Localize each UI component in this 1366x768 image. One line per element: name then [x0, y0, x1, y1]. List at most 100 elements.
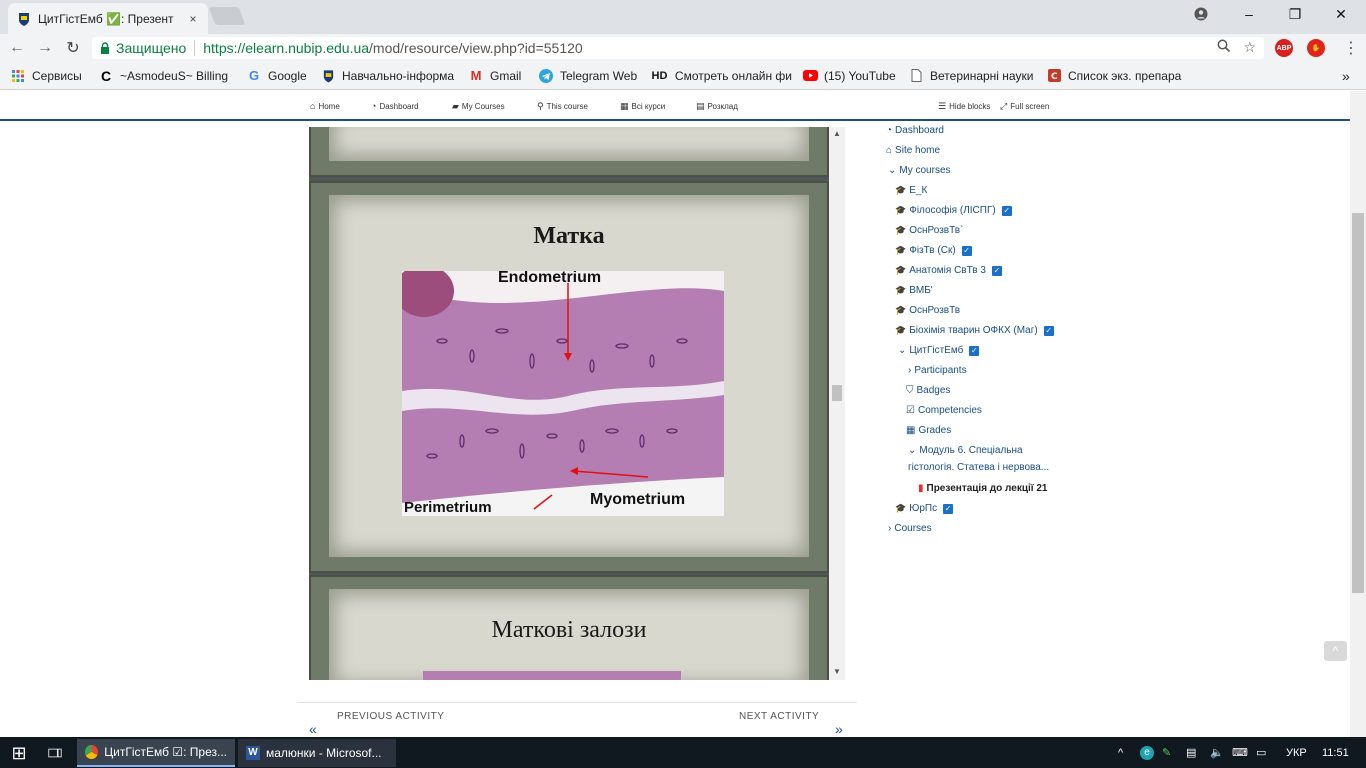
- start-button[interactable]: ⊞: [0, 739, 38, 767]
- chrome-icon: [85, 745, 99, 759]
- nav-full-screen[interactable]: ⤢ Full screen: [1000, 101, 1049, 112]
- pen-icon[interactable]: ✎: [1162, 737, 1171, 768]
- tray-expand-icon[interactable]: ^: [1118, 737, 1123, 768]
- prev-activity-link[interactable]: PREVIOUS ACTIVITY: [337, 711, 444, 722]
- tree-course[interactable]: 🎓 Е_К: [895, 185, 927, 196]
- bookmark-google[interactable]: G Google: [246, 68, 310, 84]
- tree-label: ФізТв (Ск): [909, 245, 956, 256]
- nubip-favicon-icon: [16, 11, 32, 27]
- next-activity-link[interactable]: NEXT ACTIVITY: [739, 711, 819, 722]
- volume-icon[interactable]: 🔈: [1210, 737, 1224, 768]
- nav-dashboard[interactable]: ◔ Dashboard: [371, 101, 419, 111]
- pdf-viewer[interactable]: Матка Endometrium Perimetrium Myometrium…: [309, 127, 845, 680]
- nav-home[interactable]: ⌂ Home: [310, 101, 340, 111]
- scroll-up-icon[interactable]: ▲: [833, 129, 841, 138]
- tree-module[interactable]: ⌄ Модуль 6. Спеціальна: [908, 445, 1023, 456]
- tree-label: Site home: [895, 145, 941, 156]
- scroll-down-icon[interactable]: ▼: [833, 667, 841, 676]
- bookmark-label: Список экз. препара: [1068, 68, 1182, 83]
- bookmark-youtube[interactable]: (15) YouTube: [802, 68, 898, 84]
- tree-course[interactable]: 🎓 ЮрПс ✓: [895, 503, 954, 514]
- tree-course[interactable]: 🎓 ФізТв (Ск) ✓: [895, 245, 972, 256]
- bookmark-vet[interactable]: Ветеринарні науки: [908, 68, 1036, 84]
- tree-course[interactable]: 🎓 ОснРозвТв: [895, 305, 960, 316]
- keyboard-icon[interactable]: ⌨: [1232, 737, 1248, 768]
- lock-icon: [101, 42, 109, 54]
- adblock-hand-icon[interactable]: ✋: [1307, 39, 1325, 57]
- tree-dashboard[interactable]: ◔ Dashboard: [886, 125, 944, 136]
- nav-all-courses[interactable]: ▦ Всі курси: [620, 101, 665, 112]
- bookmark-billing[interactable]: C ~AsmodeuS~ Billing: [98, 68, 236, 84]
- bookmark-gmail[interactable]: M Gmail: [468, 68, 528, 84]
- edge-icon[interactable]: e: [1140, 737, 1154, 768]
- tree-course[interactable]: 🎓 Біохімія тварин ОФКХ (Маг) ✓: [895, 325, 1054, 336]
- graduation-cap-icon: 🎓: [895, 503, 907, 513]
- forward-arrow-icon[interactable]: →: [34, 38, 56, 58]
- tree-my-courses[interactable]: ⌄ My courses: [888, 165, 951, 176]
- bookmark-telegram[interactable]: Telegram Web: [538, 68, 640, 84]
- chrome-menu-icon[interactable]: ⋮: [1340, 38, 1362, 58]
- browser-toolbar: ← → ↻ Защищено https://elearn.nubip.edu.…: [0, 34, 1366, 62]
- prev-arrow-icon[interactable]: «: [309, 721, 317, 737]
- tree-course[interactable]: 🎓 ОснРозвТв`: [895, 225, 963, 236]
- nav-my-courses-label: My Courses: [461, 102, 505, 111]
- apps-icon: [10, 68, 26, 84]
- bookmark-apps[interactable]: Сервисы: [10, 68, 88, 84]
- maximize-button[interactable]: ❐: [1272, 0, 1318, 28]
- back-arrow-icon[interactable]: ←: [6, 38, 28, 58]
- label-endometrium: Endometrium: [498, 271, 602, 286]
- language-indicator[interactable]: УКР: [1286, 737, 1307, 768]
- minimize-button[interactable]: –: [1226, 0, 1272, 28]
- tree-course[interactable]: 🎓 ВМБ': [895, 285, 933, 296]
- viewer-scrollbar[interactable]: ▲ ▼: [829, 127, 845, 680]
- tree-course[interactable]: 🎓 Філософія (ЛІСПГ) ✓: [895, 205, 1012, 216]
- clock[interactable]: 11:51: [1322, 737, 1349, 768]
- google-icon: G: [248, 68, 260, 83]
- address-bar[interactable]: Защищено https://elearn.nubip.edu.ua/mod…: [92, 37, 1264, 59]
- network-icon[interactable]: ▤: [1186, 737, 1196, 768]
- tree-module-line2[interactable]: гістологія. Статева і нервова...: [908, 462, 1049, 473]
- tree-course-current[interactable]: ⌄ ЦитГістЕмб ✓: [898, 345, 980, 356]
- bookmark-label: Навчально-інформа: [342, 68, 455, 83]
- taskbar-chrome[interactable]: ЦитГістЕмб ☑: През...: [77, 739, 235, 767]
- adblock-plus-icon[interactable]: ABP: [1275, 39, 1293, 57]
- profile-icon[interactable]: [1178, 0, 1224, 28]
- nav-hide-blocks[interactable]: ☰ Hide blocks: [938, 101, 990, 112]
- tree-badges[interactable]: ⛉ Badges: [906, 385, 950, 396]
- tree-course[interactable]: 🎓 Анатомія СвТв 3 ✓: [895, 265, 1002, 276]
- next-arrow-icon[interactable]: »: [835, 721, 843, 737]
- bookmark-exam-list[interactable]: C Список экз. препара: [1046, 68, 1182, 84]
- viewer-scroll-thumb[interactable]: [832, 385, 842, 401]
- taskbar-word[interactable]: W малюнки - Microsof...: [238, 739, 396, 767]
- close-window-button[interactable]: ✕: [1318, 0, 1364, 28]
- back-to-top-button[interactable]: ^: [1324, 641, 1347, 661]
- nav-this-course[interactable]: ⚲ This course: [537, 101, 588, 112]
- nav-schedule[interactable]: ▤ Розклад: [696, 101, 738, 112]
- chevron-right-icon: ›: [888, 523, 892, 534]
- page-scrollbar[interactable]: [1350, 91, 1366, 737]
- tree-participants[interactable]: › Participants: [908, 365, 967, 376]
- tree-competencies[interactable]: ☑ Competencies: [906, 405, 982, 416]
- browser-tab[interactable]: ЦитГістЕмб ✅: Презент ×: [8, 3, 208, 34]
- dashboard-icon: ◔: [886, 125, 893, 136]
- tab-close-icon[interactable]: ×: [186, 12, 200, 26]
- bookmark-nubip[interactable]: Навчально-інформа: [320, 68, 458, 84]
- bookmark-star-icon[interactable]: ☆: [1243, 39, 1256, 56]
- reload-icon[interactable]: ↻: [62, 38, 84, 58]
- tree-grades[interactable]: ▦ Grades: [906, 425, 951, 436]
- battery-icon[interactable]: ▭: [1256, 737, 1266, 768]
- telegram-icon: [538, 68, 554, 84]
- tree-courses[interactable]: › Courses: [888, 523, 932, 534]
- task-view-icon[interactable]: [40, 739, 70, 767]
- tree-presentation[interactable]: ▮ Презентація до лекції 21: [918, 483, 1047, 494]
- hd-icon: HD: [651, 69, 668, 82]
- zoom-icon[interactable]: [1217, 39, 1231, 56]
- page-scroll-thumb[interactable]: [1352, 213, 1364, 593]
- page-content: ⌂ Home ◔ Dashboard ▰ My Courses ⚲ This cours…: [0, 91, 1350, 737]
- new-tab-button[interactable]: [208, 7, 246, 25]
- secure-indicator[interactable]: Защищено: [100, 40, 186, 56]
- bookmark-hd[interactable]: HD Смотреть онлайн фи: [650, 68, 792, 84]
- tree-site-home[interactable]: ⌂ Site home: [886, 145, 940, 156]
- bookmarks-more-icon[interactable]: »: [1342, 68, 1350, 84]
- nav-my-courses[interactable]: ▰ My Courses: [452, 101, 505, 112]
